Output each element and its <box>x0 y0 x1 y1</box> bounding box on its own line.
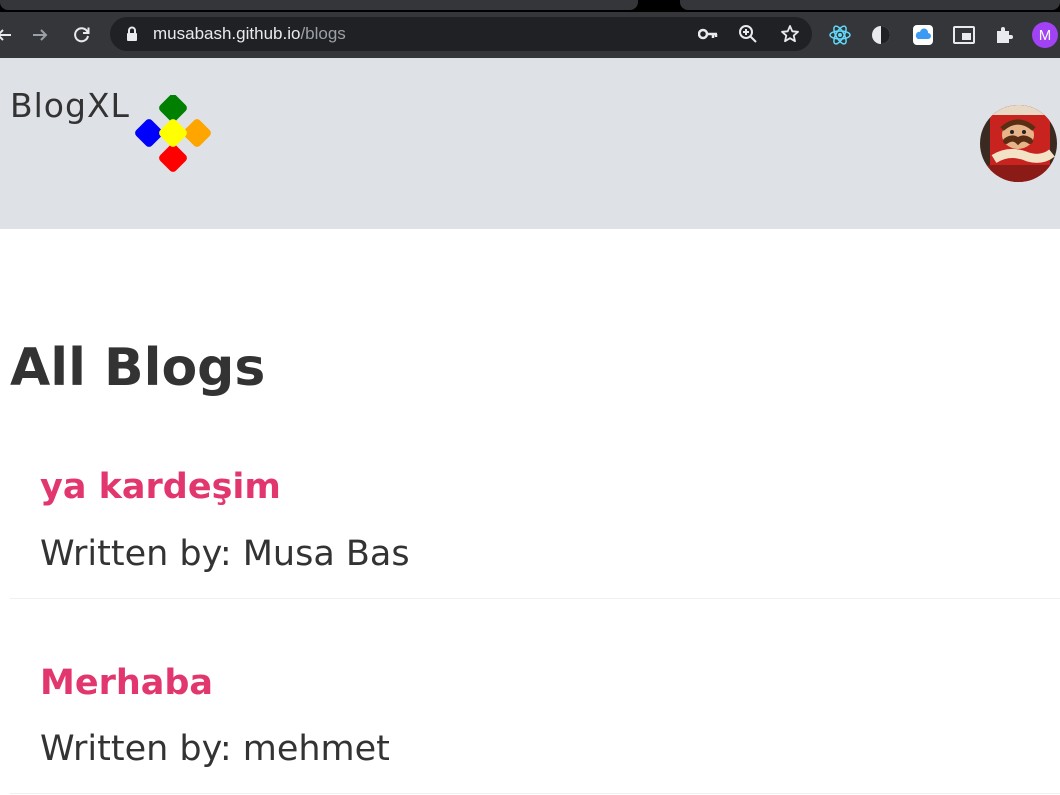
icloud-icon[interactable] <box>909 21 937 49</box>
url-text[interactable]: musabash.github.io/blogs <box>153 24 346 44</box>
browser-tab[interactable] <box>680 0 1060 10</box>
user-avatar[interactable] <box>980 105 1057 182</box>
logo-text[interactable]: BlogXL <box>10 86 130 126</box>
page-title: All Blogs <box>10 338 266 398</box>
zoom-icon[interactable] <box>738 24 758 44</box>
blog-list-item[interactable]: Merhaba Written by: mehmet <box>10 650 1060 794</box>
logo-icon[interactable] <box>134 95 214 175</box>
react-devtools-icon[interactable] <box>826 21 854 49</box>
url-host: musabash.github.io <box>153 24 301 43</box>
blog-title-link[interactable]: Merhaba <box>40 661 213 705</box>
dark-reader-icon[interactable] <box>867 21 895 49</box>
url-path: /blogs <box>300 24 346 43</box>
browser-tab[interactable] <box>0 0 638 10</box>
picture-in-picture-icon[interactable] <box>950 21 978 49</box>
browser-toolbar: musabash.github.io/blogs M <box>0 12 1060 58</box>
arrow-right-icon <box>33 29 48 41</box>
blog-list-item[interactable]: ya kardeşim Written by: Musa Bas <box>10 455 1060 599</box>
pringles-avatar <box>980 105 1057 182</box>
reload-button[interactable] <box>68 12 96 58</box>
forward-button[interactable] <box>26 12 54 58</box>
puzzle-icon[interactable] <box>991 21 1019 49</box>
browser-tab-strip <box>0 0 1060 12</box>
blog-author: Written by: mehmet <box>40 729 390 769</box>
lock-icon[interactable] <box>126 26 138 42</box>
blog-title-link[interactable]: ya kardeşim <box>40 465 281 509</box>
blog-author: Written by: Musa Bas <box>40 534 410 574</box>
address-bar[interactable]: musabash.github.io/blogs <box>110 17 812 51</box>
profile-avatar[interactable]: M <box>1032 22 1058 48</box>
star-icon[interactable] <box>780 24 800 44</box>
profile-initial: M <box>1038 26 1052 44</box>
reload-icon <box>74 27 90 43</box>
key-icon[interactable] <box>698 24 718 44</box>
back-button[interactable] <box>0 12 18 58</box>
arrow-left-icon <box>0 29 11 41</box>
